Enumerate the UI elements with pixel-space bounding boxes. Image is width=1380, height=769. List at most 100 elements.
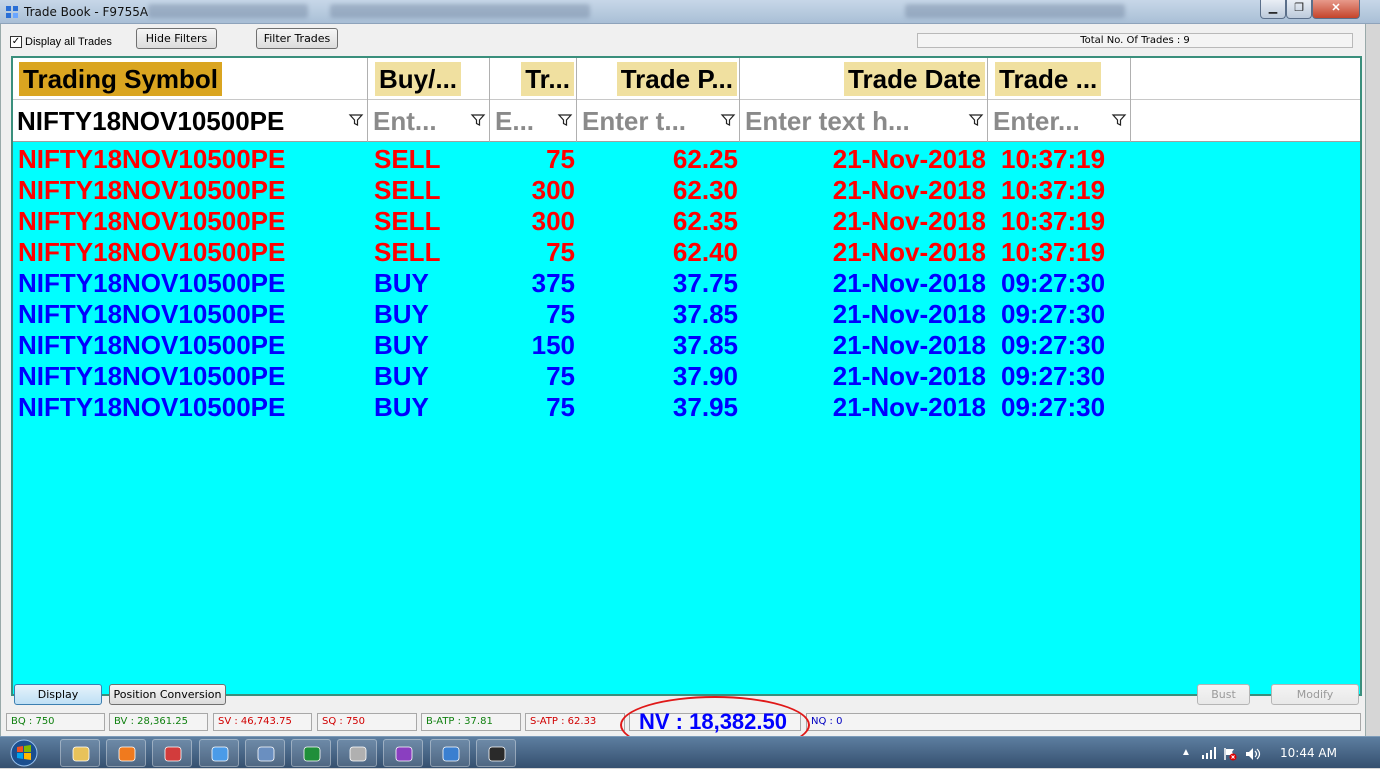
trade-book-window: ✓ Display all Trades Hide Filters Filter…	[0, 24, 1366, 736]
filter-funnel-icon[interactable]	[1111, 112, 1127, 128]
table-row[interactable]: NIFTY18NOV10500PE SELL 75 62.25 21-Nov-2018 1…	[13, 144, 1360, 175]
window-title: Trade Book - F9755A	[24, 5, 149, 19]
chart-app-icon[interactable]	[475, 739, 516, 767]
title-bar: Trade Book - F9755A ▁ ❐ ✕	[0, 0, 1380, 24]
cell-trade-time: 09:27:30	[1001, 330, 1106, 360]
cell-buy-sell: SELL	[374, 237, 441, 267]
cell-trade-qty: 375	[531, 268, 575, 298]
filter-funnel-icon[interactable]	[720, 112, 736, 128]
col-header-trade-price[interactable]: Trade P...	[578, 58, 740, 100]
table-row[interactable]: NIFTY18NOV10500PE BUY 75 37.95 21-Nov-2018 09…	[13, 392, 1360, 423]
col-header-trade-date[interactable]: Trade Date	[741, 58, 988, 100]
table-row[interactable]: NIFTY18NOV10500PE SELL 300 62.35 21-Nov-2018…	[13, 206, 1360, 237]
col-header-trade-time[interactable]: Trade ...	[989, 58, 1131, 100]
minimize-button[interactable]: ▁	[1260, 0, 1286, 19]
status-bq: BQ : 750	[6, 713, 105, 731]
media-player-icon[interactable]	[106, 739, 147, 767]
status-bv: BV : 28,361.25	[109, 713, 208, 731]
filter-trade-qty-text[interactable]: E...	[495, 104, 534, 138]
calculator-icon[interactable]	[337, 739, 378, 767]
cell-buy-sell: BUY	[374, 330, 429, 360]
col-header-trade-qty[interactable]: Tr...	[491, 58, 577, 100]
filter-funnel-icon[interactable]	[557, 112, 573, 128]
system-tray: ▲	[1175, 737, 1380, 769]
show-hidden-icons-icon[interactable]: ▲	[1181, 747, 1191, 758]
checkbox-check-icon[interactable]: ✓	[10, 36, 22, 48]
cell-trade-date: 21-Nov-2018	[832, 392, 986, 422]
cell-trade-price: 37.85	[672, 330, 738, 360]
explorer-icon-glyph	[72, 746, 90, 762]
filter-funnel-icon[interactable]	[348, 112, 364, 128]
trade-grid[interactable]: Trading Symbol Buy/... Tr... Trade P... Trad…	[11, 56, 1362, 696]
cell-trade-price: 62.25	[672, 144, 738, 174]
filter-trade-price-text[interactable]: Enter t...	[582, 104, 686, 138]
col-header-trading-symbol-label: Trading Symbol	[19, 62, 223, 96]
cell-trading-symbol: NIFTY18NOV10500PE	[18, 299, 286, 329]
table-row[interactable]: NIFTY18NOV10500PE SELL 75 62.40 21-Nov-2018 1…	[13, 237, 1360, 268]
cell-trade-time: 09:27:30	[1001, 392, 1106, 422]
filter-funnel-icon[interactable]	[968, 112, 984, 128]
lifebuoy-icon-glyph	[164, 746, 182, 762]
table-row[interactable]: NIFTY18NOV10500PE BUY 75 37.85 21-Nov-2018 09…	[13, 299, 1360, 330]
table-row[interactable]: NIFTY18NOV10500PE SELL 300 62.30 21-Nov-2018…	[13, 175, 1360, 206]
filter-trade-time-text[interactable]: Enter...	[993, 104, 1080, 138]
display-all-trades-checkbox[interactable]: ✓ Display all Trades	[10, 36, 112, 48]
filter-trade-date[interactable]: Enter text h...	[741, 100, 988, 142]
cell-buy-sell: BUY	[374, 361, 429, 391]
explorer-icon[interactable]	[60, 739, 100, 767]
filter-buy-sell-text[interactable]: Ent...	[373, 104, 437, 138]
triangle-app-icon[interactable]	[383, 739, 424, 767]
cell-trade-date: 21-Nov-2018	[832, 330, 986, 360]
chrome-icon-glyph	[211, 746, 228, 762]
screen-app-icon-glyph	[442, 746, 459, 762]
col-header-trading-symbol[interactable]: Trading Symbol	[13, 58, 368, 100]
background-window-blur	[905, 4, 1125, 18]
cell-trading-symbol: NIFTY18NOV10500PE	[18, 268, 286, 298]
bust-button[interactable]: Bust	[1197, 684, 1250, 705]
cell-trade-qty: 300	[531, 175, 575, 205]
window-icon[interactable]	[244, 739, 285, 767]
filter-trades-button[interactable]: Filter Trades	[256, 28, 338, 49]
filter-buy-sell[interactable]: Ent...	[369, 100, 490, 142]
close-button[interactable]: ✕	[1312, 0, 1360, 19]
network-signal-icon[interactable]	[1201, 747, 1217, 759]
background-window-blur	[148, 4, 308, 18]
cell-trade-qty: 75	[546, 299, 575, 329]
screen-app-icon[interactable]	[429, 739, 470, 767]
col-header-buy-sell[interactable]: Buy/...	[369, 58, 490, 100]
excel-icon-glyph	[303, 746, 321, 762]
hide-filters-button[interactable]: Hide Filters	[136, 28, 217, 49]
table-row[interactable]: NIFTY18NOV10500PE BUY 150 37.85 21-Nov-2018 0…	[13, 330, 1360, 361]
media-player-icon-glyph	[118, 746, 136, 762]
position-conversion-button[interactable]: Position Conversion	[109, 684, 226, 705]
taskbar-clock[interactable]: 10:44 AM	[1280, 746, 1337, 760]
cell-trade-date: 21-Nov-2018	[832, 206, 986, 236]
cell-trade-date: 21-Nov-2018	[832, 144, 986, 174]
display-button[interactable]: Display	[14, 684, 102, 705]
cell-trade-time: 10:37:19	[1001, 237, 1106, 267]
filter-trade-date-text[interactable]: Enter text h...	[745, 104, 910, 138]
table-row[interactable]: NIFTY18NOV10500PE BUY 75 37.90 21-Nov-2018 09…	[13, 361, 1360, 392]
cell-trade-price: 62.35	[672, 206, 738, 236]
action-center-flag-icon[interactable]	[1223, 747, 1237, 761]
col-header-trade-qty-label: Tr...	[521, 62, 574, 96]
chrome-icon[interactable]	[198, 739, 239, 767]
table-row[interactable]: NIFTY18NOV10500PE BUY 375 37.75 21-Nov-2018 0…	[13, 268, 1360, 299]
maximize-button[interactable]: ❐	[1286, 0, 1312, 19]
volume-icon[interactable]	[1245, 747, 1261, 761]
cell-trade-qty: 75	[546, 361, 575, 391]
excel-icon[interactable]	[291, 739, 331, 767]
filter-trading-symbol-text[interactable]: NIFTY18NOV10500PE	[17, 104, 284, 138]
cell-trading-symbol: NIFTY18NOV10500PE	[18, 392, 286, 422]
filter-trade-price[interactable]: Enter t...	[578, 100, 740, 142]
cell-trading-symbol: NIFTY18NOV10500PE	[18, 144, 286, 174]
lifebuoy-icon[interactable]	[152, 739, 193, 767]
filter-trade-time[interactable]: Enter...	[989, 100, 1131, 142]
cell-trade-qty: 300	[531, 206, 575, 236]
filter-trade-qty[interactable]: E...	[491, 100, 577, 142]
filter-funnel-icon[interactable]	[470, 112, 486, 128]
cell-trade-qty: 75	[546, 392, 575, 422]
windows-start-icon[interactable]	[4, 739, 44, 767]
filter-trading-symbol[interactable]: NIFTY18NOV10500PE	[13, 100, 368, 142]
modify-button[interactable]: Modify	[1271, 684, 1359, 705]
